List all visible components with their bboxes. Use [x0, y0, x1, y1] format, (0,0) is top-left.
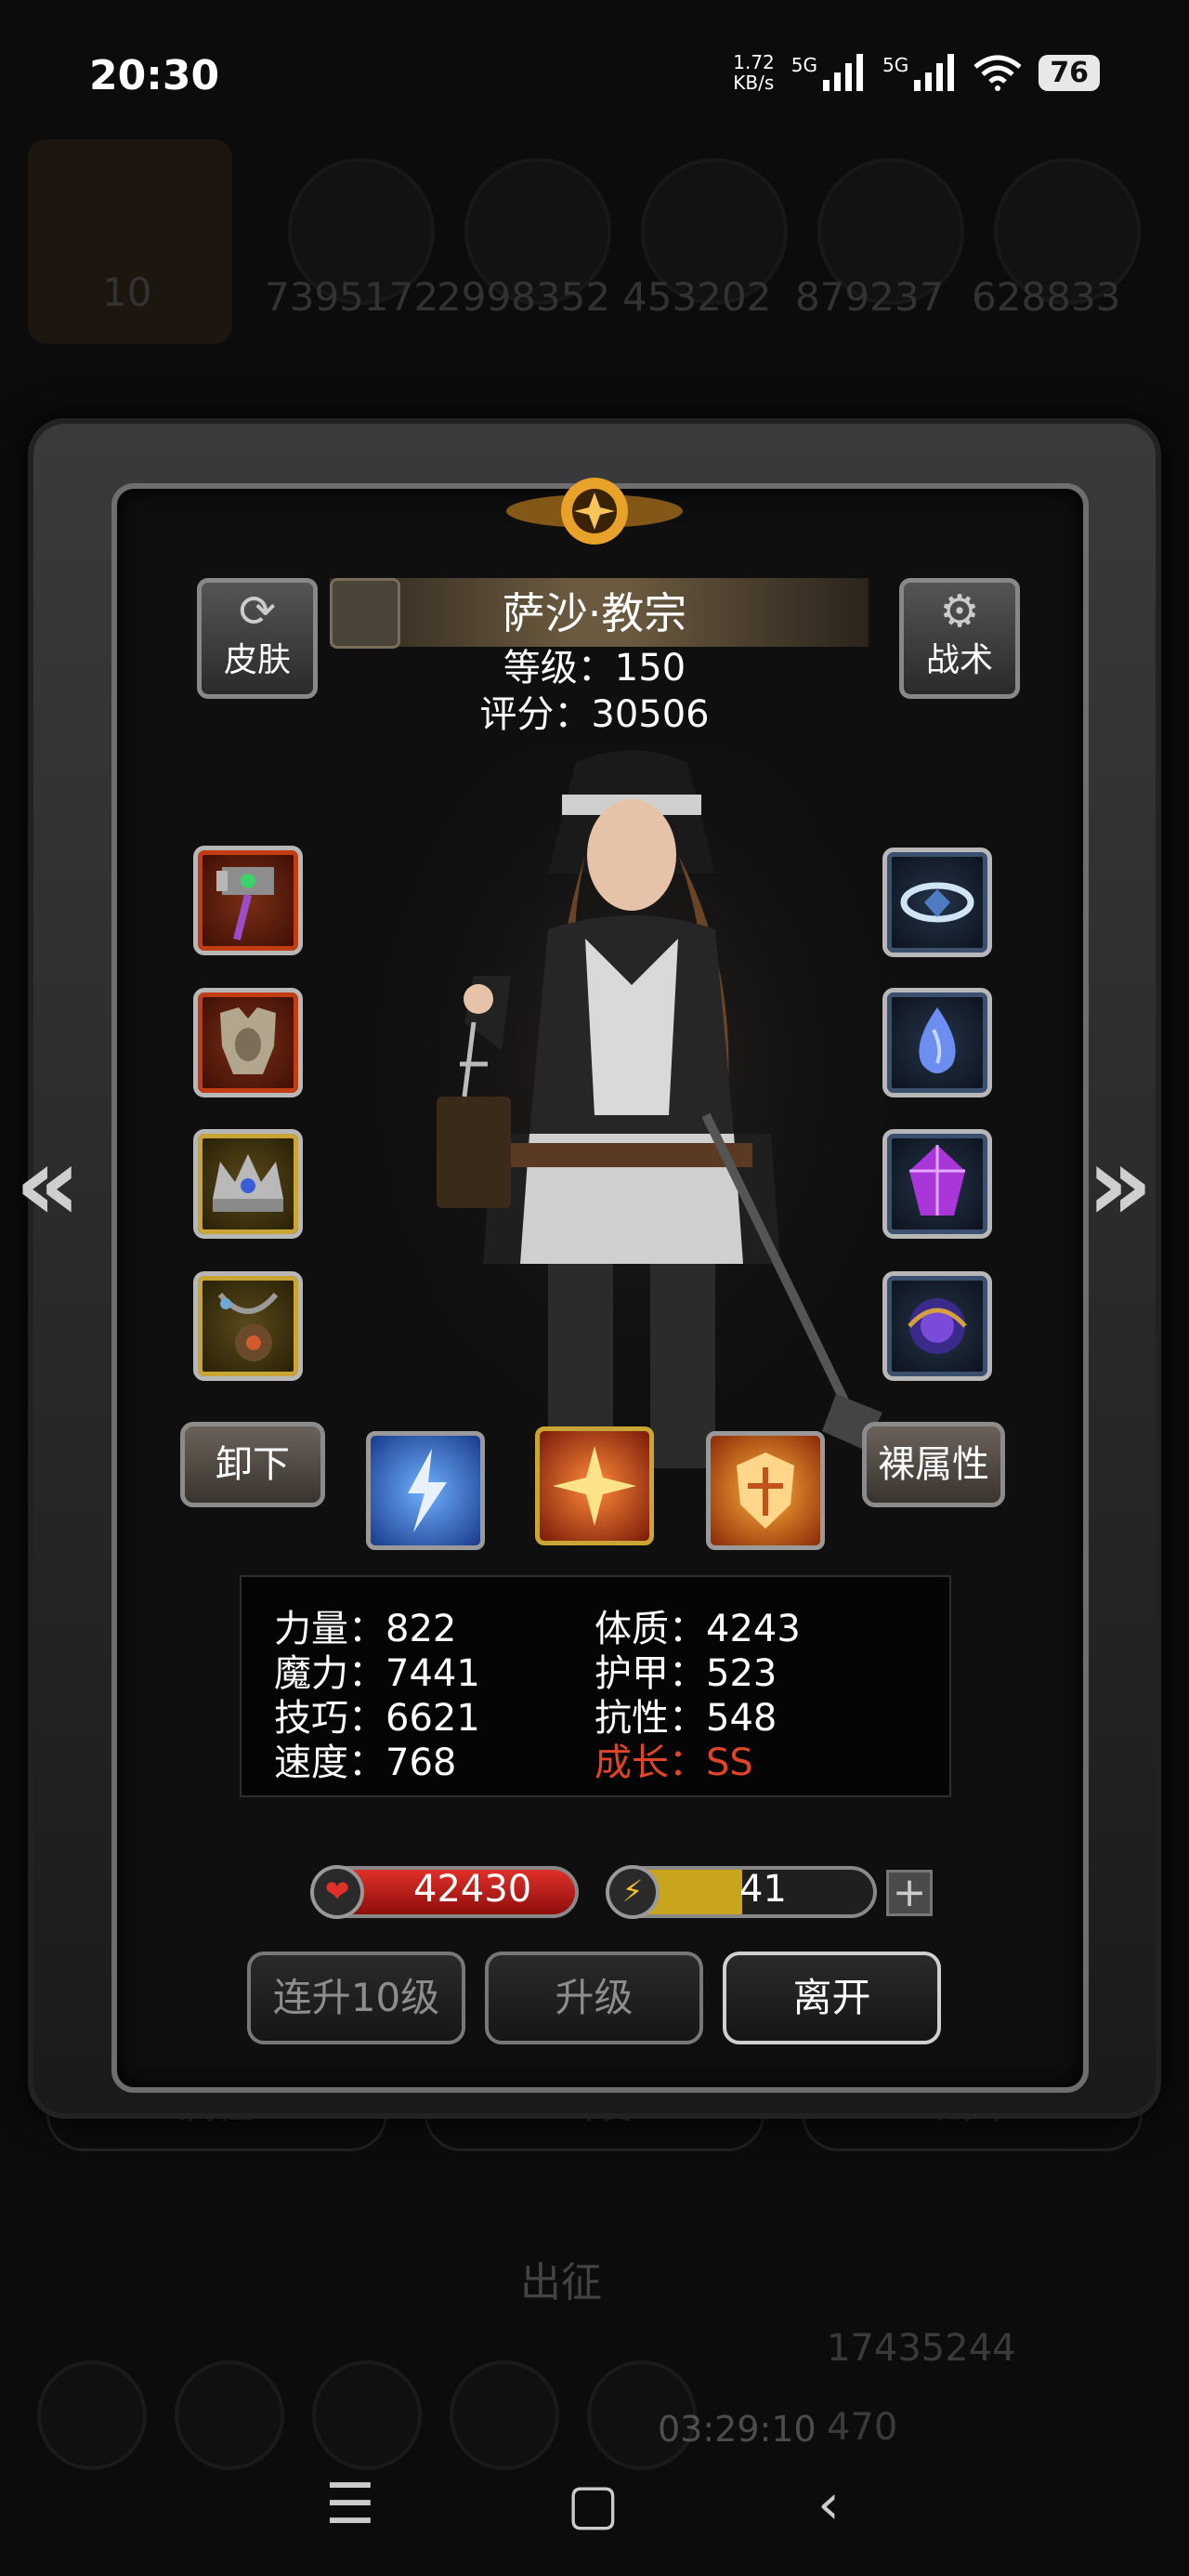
cell-signal-icon	[914, 54, 955, 91]
signal-2: 5G	[882, 54, 957, 91]
equip-slot-gem-2[interactable]	[882, 1129, 992, 1239]
chest-armor-icon	[220, 1007, 276, 1074]
equip-slot-weapon[interactable]	[193, 846, 303, 955]
leave-button[interactable]: 离开	[723, 1952, 941, 2044]
holy-star-skill-icon	[553, 1446, 636, 1526]
stat-growth: 成长：SS	[594, 1741, 753, 1784]
energy-value: 41	[739, 1868, 787, 1911]
equip-slot-accessory[interactable]	[193, 1271, 303, 1381]
hp-value: 42430	[413, 1868, 532, 1911]
skill-slot-3[interactable]	[706, 1431, 825, 1550]
skill-slot-2[interactable]	[535, 1426, 654, 1545]
sun-emblem-icon	[506, 478, 683, 545]
add-energy-button[interactable]: +	[886, 1870, 933, 1916]
status-time: 20:30	[89, 52, 220, 99]
status-icons: 1.72 KB/s 5G 5G 76	[733, 52, 1100, 93]
gold-count: 17435244	[827, 2327, 1016, 2370]
gear-icon: ⚙	[939, 585, 980, 637]
hero-name: 萨沙·教宗	[502, 588, 687, 638]
equip-slot-ring[interactable]	[882, 848, 992, 957]
background-timer: 03:29:10	[658, 2409, 817, 2450]
equip-slot-armor[interactable]	[193, 988, 303, 1097]
resource-count: 2998352	[437, 274, 611, 320]
level-up-button[interactable]: 升级	[485, 1952, 703, 2044]
level-up-10-button[interactable]: 连升10级	[247, 1952, 465, 2044]
menu-round-button	[175, 2360, 284, 2470]
signal-1: 5G	[791, 54, 866, 91]
stat-speed: 速度：768	[274, 1741, 457, 1784]
back-nav-icon[interactable]: ‹	[817, 2472, 840, 2537]
network-speed: 1.72 KB/s	[733, 51, 775, 94]
home-nav-icon[interactable]: ▢	[567, 2472, 620, 2537]
battery-level: 76	[1039, 54, 1100, 91]
level-badge: 10	[102, 269, 152, 315]
purple-crystal-icon	[909, 1145, 965, 1216]
tactics-button[interactable]: ⚙ 战术	[899, 578, 1020, 699]
menu-round-button	[37, 2360, 147, 2470]
water-drop-gem-icon	[919, 1007, 956, 1073]
wifi-icon	[973, 55, 1022, 91]
cell-signal-icon	[823, 54, 864, 91]
divine-shield-skill-icon	[737, 1452, 794, 1529]
menu-round-button	[312, 2360, 422, 2470]
unequip-button[interactable]: 卸下	[180, 1422, 325, 1507]
skin-button[interactable]: ⟳ 皮肤	[197, 578, 318, 699]
background-bottom-buttons	[37, 2360, 697, 2470]
hero-portrait	[372, 743, 892, 1468]
warhammer-icon	[216, 867, 274, 940]
equip-slot-helmet[interactable]	[193, 1129, 303, 1239]
frost-ring-icon	[900, 882, 974, 923]
arcane-orb-icon	[908, 1298, 967, 1354]
lightning-skill-icon	[408, 1449, 447, 1532]
previous-hero-arrow-icon[interactable]: «	[15, 1124, 81, 1243]
skill-slot-1[interactable]	[366, 1431, 485, 1550]
resource-count: 7395172	[265, 274, 439, 320]
depart-label: 出征	[520, 2259, 602, 2307]
resource-count: 628833	[972, 274, 1121, 320]
menu-round-button	[450, 2360, 559, 2470]
menu-nav-icon[interactable]: ☰	[325, 2472, 375, 2537]
equip-slot-gem-3[interactable]	[882, 1271, 992, 1381]
resource-count: 879237	[795, 274, 945, 320]
resource-count: 453202	[622, 274, 772, 320]
base-attributes-button[interactable]: 裸属性	[862, 1422, 1005, 1507]
refresh-icon: ⟳	[238, 585, 277, 637]
hero-score: 评分：30506	[479, 693, 710, 736]
heart-icon: ❤	[310, 1865, 364, 1919]
lightning-icon: ⚡	[606, 1865, 660, 1919]
gem-count: 470	[827, 2406, 898, 2449]
amulet-icon	[217, 1293, 279, 1361]
equip-slot-gem-1[interactable]	[882, 988, 992, 1097]
next-hero-arrow-icon[interactable]: »	[1087, 1124, 1153, 1243]
crown-icon	[213, 1154, 283, 1212]
background-currency: 17435244 470	[827, 2309, 1016, 2467]
